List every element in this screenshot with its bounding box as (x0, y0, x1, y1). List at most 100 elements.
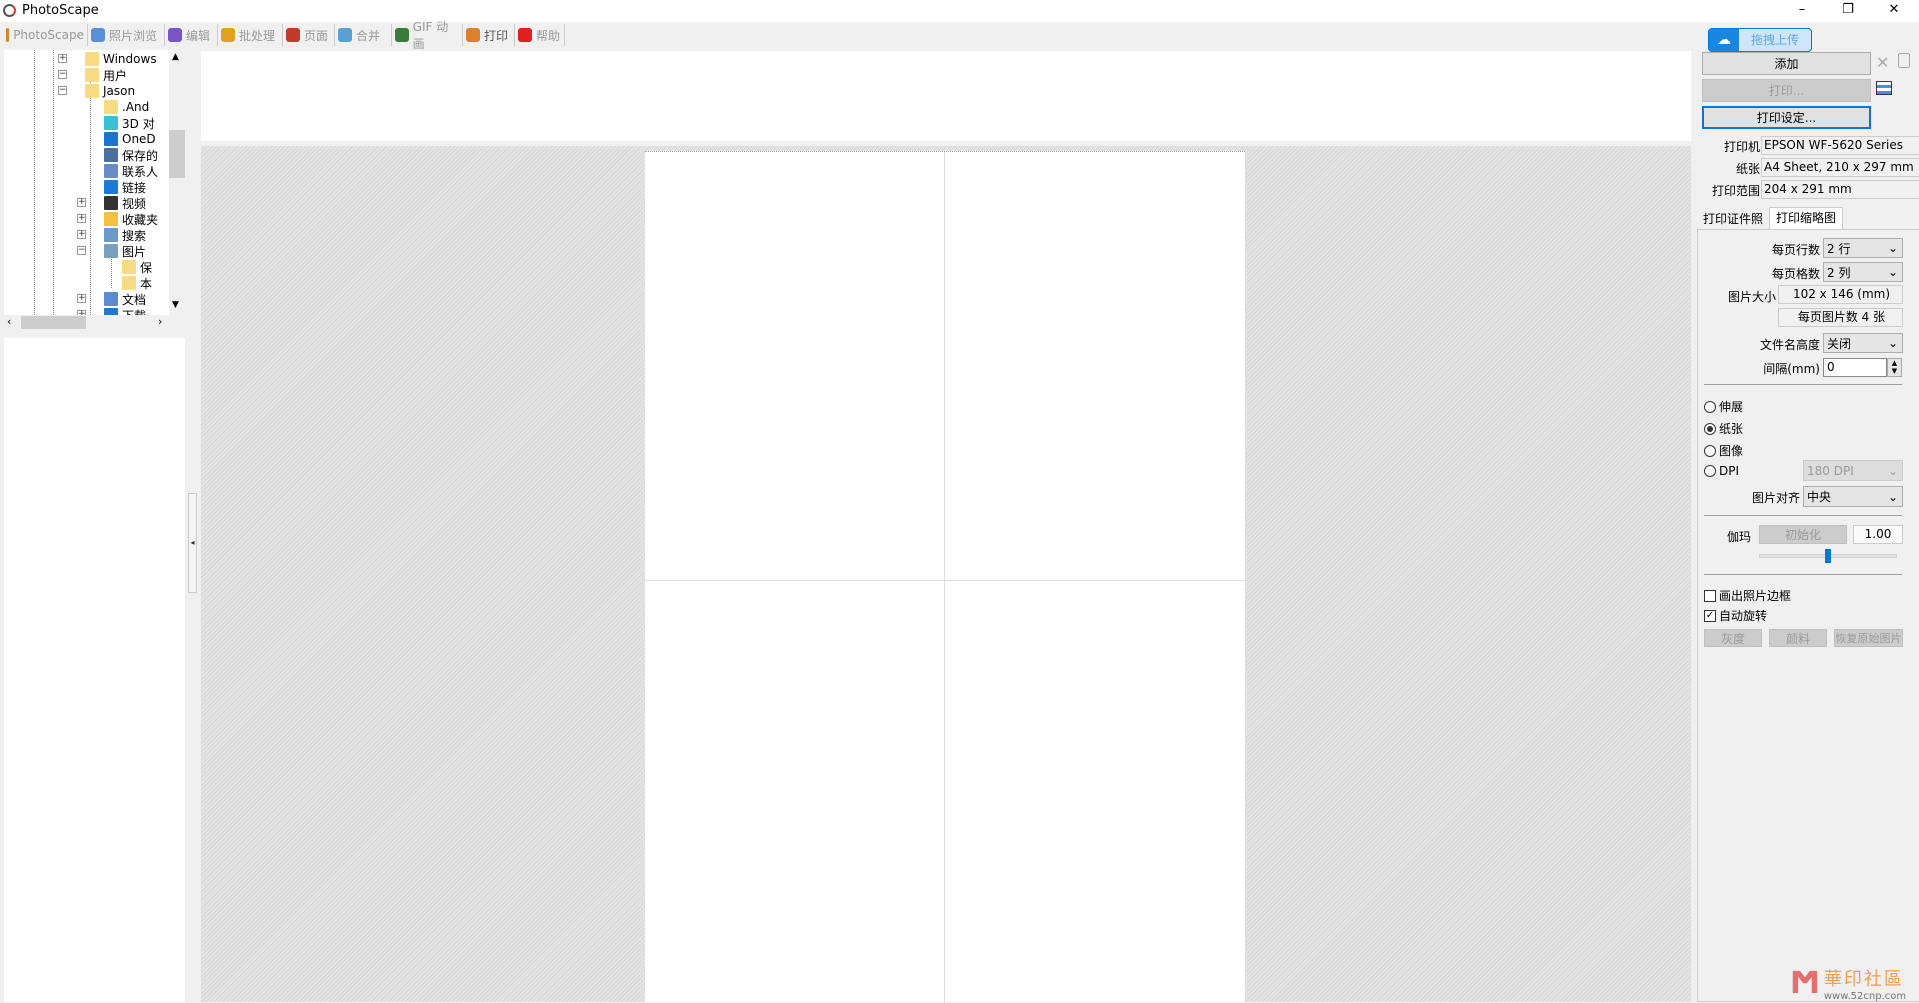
gamma-reset-button[interactable]: 初始化 (1759, 525, 1847, 544)
align-value: 中央 (1807, 490, 1832, 504)
toolbar-tab[interactable]: GIF 动画 (392, 20, 463, 51)
list-view-icon[interactable] (1876, 81, 1892, 95)
tab-label: 帮助 (536, 28, 561, 43)
dpi-select[interactable]: 180 DPI ⌄ (1803, 460, 1903, 481)
fit-option-label: 纸张 (1719, 422, 1744, 436)
divider (1704, 515, 1902, 516)
expand-toggle[interactable]: + (77, 198, 86, 207)
draw-border-label: 画出照片边框 (1719, 589, 1792, 603)
restore-original-button[interactable]: 恢复原始图片 (1834, 629, 1903, 647)
checkbox-box (1704, 589, 1716, 602)
toolbar-tab[interactable]: 编辑 (165, 24, 218, 46)
toolbar-tab[interactable]: PhotoScape (3, 24, 88, 46)
grayscale-button[interactable]: 灰度 (1704, 629, 1762, 647)
expand-toggle[interactable]: − (58, 70, 67, 79)
print-setup-button[interactable]: 打印设定... (1702, 106, 1871, 129)
toolbar-tab[interactable]: 批处理 (218, 24, 283, 46)
expand-toggle[interactable]: + (58, 54, 67, 63)
photo-tray[interactable] (201, 51, 1691, 141)
print-button[interactable]: 打印... (1702, 79, 1871, 102)
fit-option-label: 图像 (1719, 444, 1744, 458)
tree-item[interactable]: 图片 (104, 243, 146, 259)
fit-radio[interactable]: 图像 (1704, 442, 1743, 459)
print-range-value: 204 x 291 mm (1761, 180, 1919, 199)
tab-thumbnail[interactable]: 打印缩略图 (1769, 207, 1843, 230)
print-page[interactable] (645, 151, 1245, 1003)
draw-border-checkbox[interactable]: 画出照片边框 (1704, 587, 1791, 604)
tree-item[interactable]: 用户 (85, 67, 127, 83)
watermark-text: 華印社區 (1823, 969, 1904, 990)
tree-item[interactable]: 文档 (104, 291, 146, 307)
expand-toggle[interactable]: − (58, 86, 67, 95)
collapse-panel-handle[interactable]: ◂ (188, 493, 197, 593)
auto-rotate-checkbox[interactable]: ✓ 自动旋转 (1704, 607, 1767, 624)
image-size-label: 图片大小 (1727, 290, 1776, 304)
video-icon (104, 196, 118, 210)
fit-radio[interactable]: DPI (1704, 464, 1739, 478)
tab-label: 编辑 (186, 28, 211, 43)
tab-id-photo[interactable]: 打印证件照 (1697, 210, 1769, 230)
gamma-value[interactable]: 1.00 (1853, 525, 1903, 544)
3d-objects-icon (104, 116, 118, 130)
tree-item[interactable]: 保存的 (104, 147, 158, 163)
tree-item[interactable]: OneD (104, 131, 156, 147)
tree-item[interactable]: 搜索 (104, 227, 146, 243)
tree-item[interactable]: 联系人 (104, 163, 158, 179)
tree-vertical-scrollbar[interactable]: ▲ ▼ (169, 50, 185, 315)
expand-toggle[interactable]: + (77, 214, 86, 223)
pigment-button[interactable]: 颜料 (1769, 629, 1827, 647)
scroll-thumb[interactable] (21, 316, 86, 329)
tree-item[interactable]: .And (104, 99, 149, 115)
tree-horizontal-scrollbar[interactable]: ‹ › (4, 315, 169, 330)
fit-option-label: 伸展 (1719, 400, 1744, 414)
trash-icon[interactable] (1898, 53, 1910, 68)
tree-item[interactable]: 链接 (104, 179, 146, 195)
tab-icon (6, 28, 10, 42)
minimize-button[interactable]: – (1779, 0, 1825, 22)
window-title: PhotoScape (22, 3, 99, 18)
expand-toggle[interactable]: + (77, 230, 86, 239)
close-button[interactable]: ✕ (1871, 0, 1917, 22)
spacing-spinner[interactable]: ▲ ▼ (1887, 358, 1902, 377)
expand-toggle[interactable]: + (77, 294, 86, 303)
scroll-thumb[interactable] (169, 130, 185, 178)
tab-label: 合并 (356, 28, 381, 43)
rows-select[interactable]: 2 行 ⌄ (1823, 238, 1903, 258)
tree-item[interactable]: 视频 (104, 195, 146, 211)
folder-icon (104, 100, 118, 114)
file-list-panel[interactable] (4, 338, 185, 1002)
cols-select[interactable]: 2 列 ⌄ (1823, 262, 1903, 282)
auto-rotate-label: 自动旋转 (1719, 609, 1768, 623)
fit-radio[interactable]: 伸展 (1704, 398, 1743, 415)
spacing-input[interactable]: 0 (1823, 358, 1887, 377)
toolbar-tab[interactable]: 照片浏览 (88, 24, 165, 46)
drag-upload-button[interactable]: ☁ 拖拽上传 (1708, 28, 1812, 52)
tree-item[interactable]: Jason (85, 83, 135, 99)
tree-item[interactable]: 下载 (104, 307, 146, 315)
fit-radio[interactable]: 纸张 (1704, 420, 1743, 437)
remove-icon[interactable]: ✕ (1876, 53, 1889, 72)
toolbar-tab[interactable]: 合并 (335, 24, 392, 46)
tree-item-label: 本 (140, 276, 153, 291)
gamma-slider-thumb[interactable] (1825, 549, 1831, 563)
maximize-button[interactable]: ❐ (1825, 0, 1871, 22)
tree-item[interactable]: 收藏夹 (104, 211, 158, 227)
add-button[interactable]: 添加 (1702, 52, 1871, 75)
rows-label: 每页行数 (1771, 243, 1820, 257)
tree-item[interactable]: 3D 对 (104, 115, 155, 131)
folder-tree[interactable]: + Windows − 用户 − Jason .And 3D 对 OneD 保存的 联系人 链接 + 视频… (4, 50, 185, 315)
tree-item[interactable]: 本 (122, 275, 152, 291)
image-size-value: 102 x 146 (mm) (1778, 285, 1903, 304)
filename-height-select[interactable]: 关闭 ⌄ (1823, 333, 1903, 353)
tree-item[interactable]: Windows (85, 51, 157, 67)
toolbar-tab[interactable]: 帮助 (515, 24, 565, 46)
contacts-icon (104, 164, 118, 178)
toolbar-tab[interactable]: 页面 (283, 24, 335, 46)
rows-value: 2 行 (1827, 241, 1851, 256)
tab-label: 打印 (484, 28, 509, 43)
align-select[interactable]: 中央 ⌄ (1803, 486, 1903, 507)
toolbar-tab[interactable]: 打印 (463, 24, 515, 46)
expand-toggle[interactable]: − (77, 246, 86, 255)
watermark-url: www.52cnp.com (1823, 991, 1907, 1002)
tree-item[interactable]: 保 (122, 259, 152, 275)
